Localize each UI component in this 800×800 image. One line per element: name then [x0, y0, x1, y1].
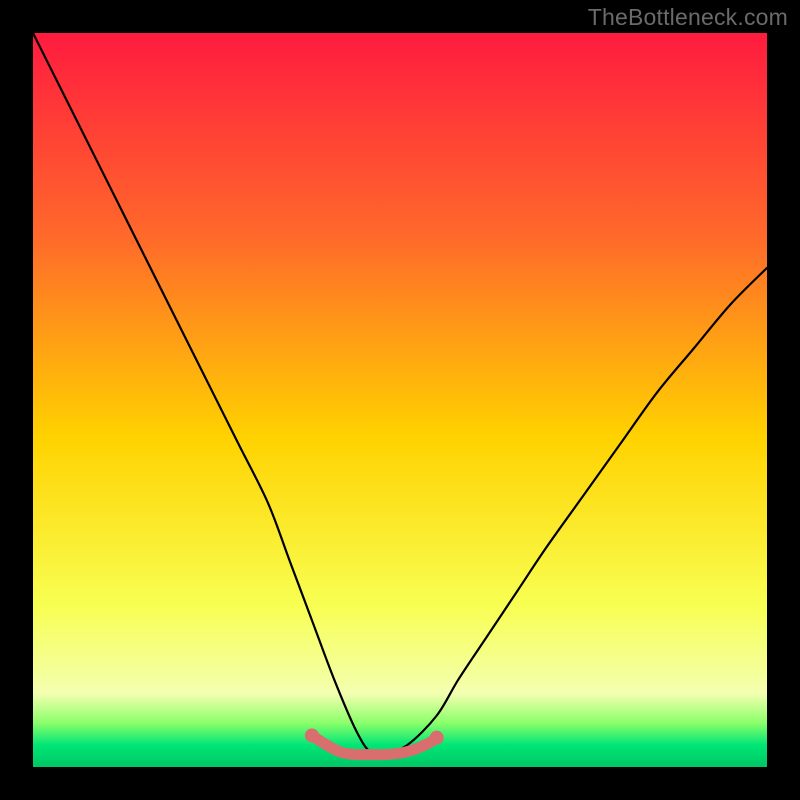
highlight-end-dot [430, 731, 444, 745]
watermark-text: TheBottleneck.com [588, 4, 788, 31]
chart-frame: { "watermark": "TheBottleneck.com", "col… [0, 0, 800, 800]
highlight-start-dot [305, 728, 319, 742]
plot-background [33, 33, 767, 767]
chart-canvas [0, 0, 800, 800]
